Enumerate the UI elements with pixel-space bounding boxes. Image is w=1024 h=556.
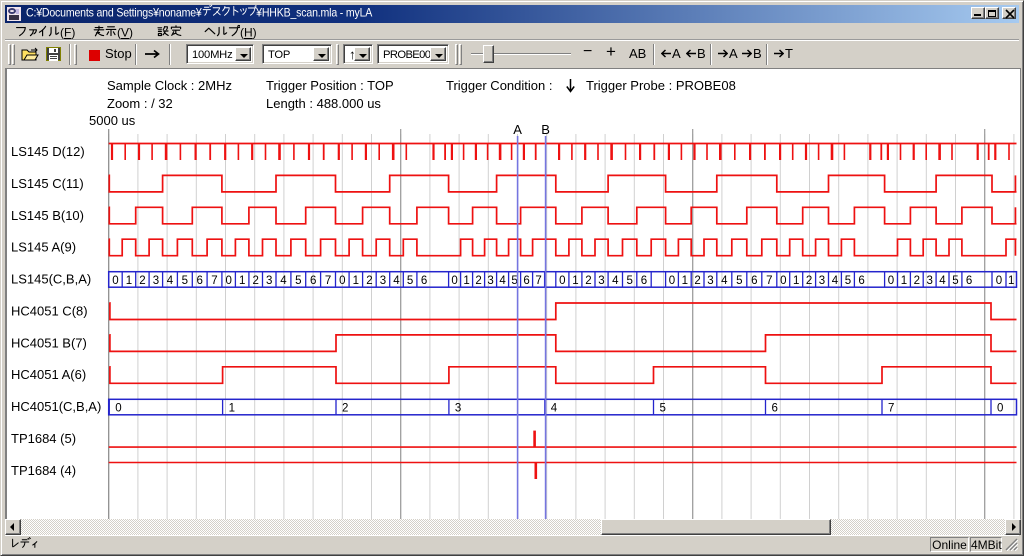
svg-text:3: 3 xyxy=(926,275,932,287)
svg-text:LS145 D(12): LS145 D(12) xyxy=(11,144,85,159)
svg-text:6: 6 xyxy=(858,275,864,287)
svg-text:2: 2 xyxy=(585,275,591,287)
svg-text:5: 5 xyxy=(295,275,301,287)
svg-text:5: 5 xyxy=(952,275,958,287)
svg-text:0: 0 xyxy=(997,402,1003,414)
svg-text:4: 4 xyxy=(393,275,400,287)
svg-text:6: 6 xyxy=(421,275,427,287)
svg-text:6: 6 xyxy=(751,275,757,287)
svg-text:LS145 C(11): LS145 C(11) xyxy=(11,176,84,191)
svg-text:1: 1 xyxy=(572,275,578,287)
svg-text:1: 1 xyxy=(229,402,235,414)
svg-text:6: 6 xyxy=(772,402,778,414)
svg-text:5: 5 xyxy=(660,402,666,414)
svg-text:A: A xyxy=(513,122,522,137)
svg-text:1: 1 xyxy=(126,275,132,287)
svg-text:0: 0 xyxy=(115,402,121,414)
svg-text:7: 7 xyxy=(325,275,331,287)
svg-text:5: 5 xyxy=(407,275,413,287)
svg-text:6: 6 xyxy=(641,275,647,287)
svg-text:2: 2 xyxy=(475,275,481,287)
svg-text:5: 5 xyxy=(626,275,632,287)
svg-text:2: 2 xyxy=(342,402,348,414)
svg-text:3: 3 xyxy=(455,402,461,414)
svg-text:2: 2 xyxy=(806,275,812,287)
svg-text:LS145(C,B,A): LS145(C,B,A) xyxy=(11,272,91,287)
svg-text:3: 3 xyxy=(153,275,159,287)
svg-text:5: 5 xyxy=(736,275,742,287)
svg-text:Length : 488.000 us: Length : 488.000 us xyxy=(266,96,381,111)
svg-text:1: 1 xyxy=(901,275,907,287)
svg-text:7: 7 xyxy=(766,275,772,287)
svg-text:4: 4 xyxy=(499,275,506,287)
svg-text:LS145 A(9): LS145 A(9) xyxy=(11,240,76,255)
svg-text:HC4051(C,B,A): HC4051(C,B,A) xyxy=(11,399,101,414)
svg-text:1: 1 xyxy=(239,275,245,287)
svg-text:5000 us: 5000 us xyxy=(89,113,136,128)
svg-text:7: 7 xyxy=(211,275,217,287)
svg-text:2: 2 xyxy=(914,275,920,287)
svg-text:7: 7 xyxy=(535,275,541,287)
svg-text:2: 2 xyxy=(366,275,372,287)
svg-text:HC4051 C(8): HC4051 C(8) xyxy=(11,303,88,318)
svg-text:4: 4 xyxy=(280,275,287,287)
svg-text:0: 0 xyxy=(780,275,786,287)
svg-text:0: 0 xyxy=(996,275,1002,287)
svg-text:3: 3 xyxy=(266,275,272,287)
svg-text:6: 6 xyxy=(310,275,316,287)
svg-text:6: 6 xyxy=(523,275,529,287)
svg-text:3: 3 xyxy=(598,275,604,287)
svg-text:Trigger Position : TOP: Trigger Position : TOP xyxy=(266,78,394,93)
svg-text:TP1684 (5): TP1684 (5) xyxy=(11,431,76,446)
svg-text:4: 4 xyxy=(721,275,728,287)
svg-text:5: 5 xyxy=(845,275,851,287)
svg-text:4: 4 xyxy=(167,275,174,287)
svg-text:3: 3 xyxy=(380,275,386,287)
svg-text:2: 2 xyxy=(139,275,145,287)
svg-text:6: 6 xyxy=(196,275,202,287)
svg-text:B: B xyxy=(541,122,550,137)
svg-text:HC4051 B(7): HC4051 B(7) xyxy=(11,335,87,350)
svg-text:3: 3 xyxy=(707,275,713,287)
svg-text:0: 0 xyxy=(451,275,457,287)
svg-text:0: 0 xyxy=(112,275,118,287)
svg-text:2: 2 xyxy=(694,275,700,287)
svg-text:Sample Clock : 2MHz: Sample Clock : 2MHz xyxy=(107,78,232,93)
svg-text:0: 0 xyxy=(669,275,675,287)
svg-text:1: 1 xyxy=(353,275,359,287)
svg-text:4: 4 xyxy=(832,275,839,287)
svg-text:HC4051 A(6): HC4051 A(6) xyxy=(11,367,86,382)
svg-text:4: 4 xyxy=(551,402,558,414)
svg-text:1: 1 xyxy=(682,275,688,287)
svg-text:6: 6 xyxy=(966,275,972,287)
svg-text:Trigger Probe : PROBE08: Trigger Probe : PROBE08 xyxy=(586,78,736,93)
svg-text:Zoom : / 32: Zoom : / 32 xyxy=(107,96,173,111)
svg-text:3: 3 xyxy=(819,275,825,287)
svg-text:LS145 B(10): LS145 B(10) xyxy=(11,208,84,223)
svg-text:1: 1 xyxy=(1008,275,1014,287)
svg-text:0: 0 xyxy=(559,275,565,287)
svg-text:1: 1 xyxy=(793,275,799,287)
svg-text:4: 4 xyxy=(612,275,619,287)
svg-text:1: 1 xyxy=(463,275,469,287)
svg-text:0: 0 xyxy=(888,275,894,287)
svg-text:Trigger Condition :: Trigger Condition : xyxy=(446,78,552,93)
svg-text:0: 0 xyxy=(225,275,231,287)
svg-text:5: 5 xyxy=(182,275,188,287)
svg-text:2: 2 xyxy=(252,275,258,287)
svg-text:7: 7 xyxy=(888,402,894,414)
svg-text:TP1684 (4): TP1684 (4) xyxy=(11,463,76,478)
svg-text:3: 3 xyxy=(487,275,493,287)
svg-text:4: 4 xyxy=(939,275,946,287)
svg-text:0: 0 xyxy=(339,275,345,287)
